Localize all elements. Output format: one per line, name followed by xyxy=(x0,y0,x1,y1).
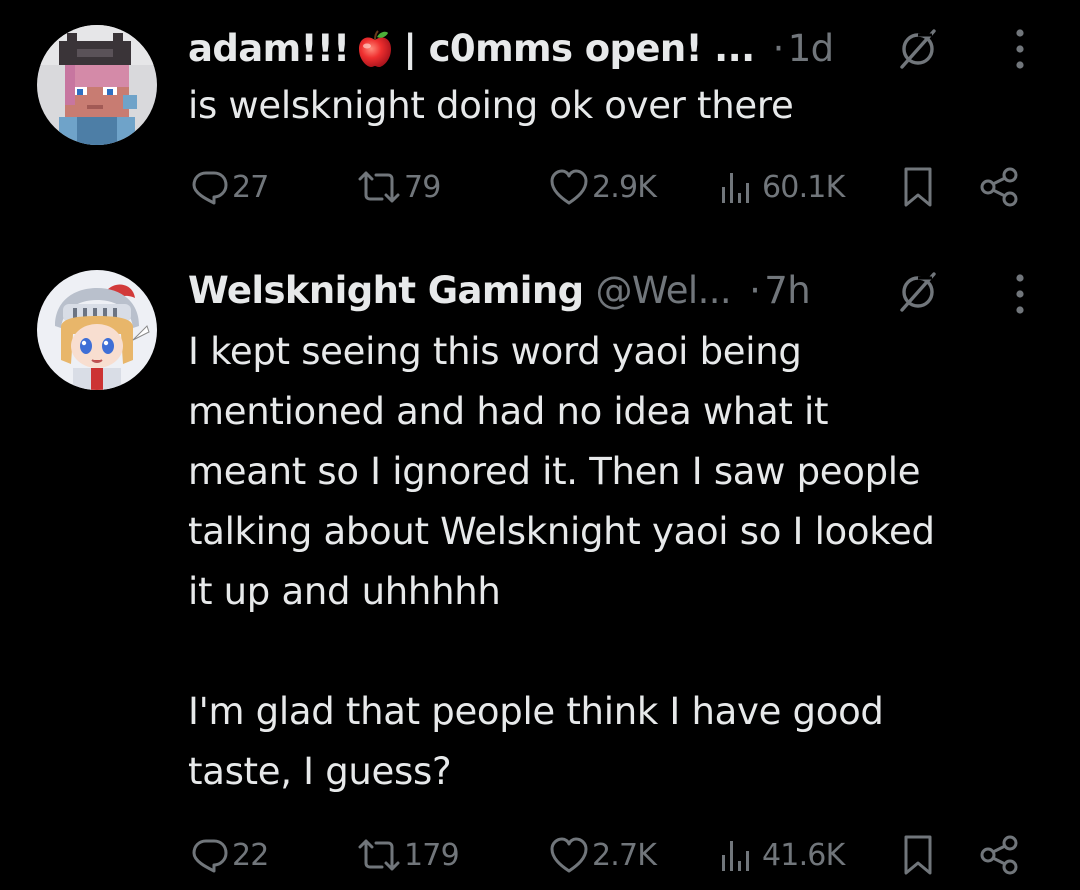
action-bar: 27 79 2.9K 60.1K xyxy=(0,162,1080,212)
display-name[interactable]: adam!!! xyxy=(188,24,350,74)
grok-icon[interactable] xyxy=(896,27,940,71)
view-count: 41.6K xyxy=(762,837,845,873)
more-options-icon[interactable] xyxy=(1014,272,1026,316)
bookmark-button[interactable] xyxy=(898,830,938,880)
heart-icon xyxy=(550,169,588,205)
user-handle[interactable]: @Wel... xyxy=(596,266,732,316)
avatar[interactable] xyxy=(37,270,157,390)
more-options-icon[interactable] xyxy=(1014,27,1026,71)
share-button[interactable] xyxy=(978,830,1022,880)
retweet-button[interactable]: 79 xyxy=(356,162,441,212)
share-icon xyxy=(980,835,1018,875)
tweet-text: I kept seeing this word yaoi being menti… xyxy=(188,330,935,793)
like-count: 2.7K xyxy=(592,837,657,873)
reply-button[interactable]: 27 xyxy=(190,162,269,212)
timestamp[interactable]: 7h xyxy=(764,266,810,316)
avatar-image xyxy=(37,25,157,145)
reply-icon xyxy=(192,171,228,205)
heart-icon xyxy=(550,837,588,873)
reply-count: 27 xyxy=(232,169,269,205)
separator-dot: · xyxy=(772,27,785,70)
view-count: 60.1K xyxy=(762,169,845,205)
separator-dot: · xyxy=(749,269,761,312)
like-button[interactable]: 2.9K xyxy=(548,162,657,212)
retweet-count: 179 xyxy=(404,837,460,873)
views-icon xyxy=(722,173,749,203)
like-count: 2.9K xyxy=(592,169,657,205)
avatar[interactable] xyxy=(37,25,157,145)
views-button[interactable]: 60.1K xyxy=(716,162,845,212)
tweet-1[interactable]: adam!!! | c0mms open! ... · 1d is welskn… xyxy=(0,0,1080,250)
tweet-header: adam!!! | c0mms open! ... · 1d xyxy=(188,24,834,74)
share-icon xyxy=(980,167,1018,207)
tweet-2[interactable]: Welsknight Gaming @Wel... · 7h I kept se… xyxy=(0,250,1080,890)
retweet-count: 79 xyxy=(404,169,441,205)
action-bar: 22 179 2.7K 41.6K xyxy=(0,830,1080,880)
views-button[interactable]: 41.6K xyxy=(716,830,845,880)
reply-count: 22 xyxy=(232,837,269,873)
retweet-button[interactable]: 179 xyxy=(356,830,460,880)
avatar-image xyxy=(37,270,157,390)
tweet-text: is welsknight doing ok over there xyxy=(188,84,794,127)
like-button[interactable]: 2.7K xyxy=(548,830,657,880)
grok-icon[interactable] xyxy=(896,270,940,314)
bookmark-button[interactable] xyxy=(898,162,938,212)
tweet-header: Welsknight Gaming @Wel... · 7h xyxy=(188,266,811,316)
reply-icon xyxy=(192,839,228,873)
bookmark-icon xyxy=(904,167,932,207)
views-icon xyxy=(722,841,749,871)
display-name-suffix[interactable]: | c0mms open! ... xyxy=(403,24,755,74)
share-button[interactable] xyxy=(978,162,1022,212)
timestamp[interactable]: 1d xyxy=(788,24,834,74)
retweet-icon xyxy=(358,839,400,871)
reply-button[interactable]: 22 xyxy=(190,830,269,880)
bookmark-icon xyxy=(904,835,932,875)
retweet-icon xyxy=(358,171,400,203)
apple-emoji-icon xyxy=(355,29,395,69)
display-name[interactable]: Welsknight Gaming xyxy=(188,266,584,316)
